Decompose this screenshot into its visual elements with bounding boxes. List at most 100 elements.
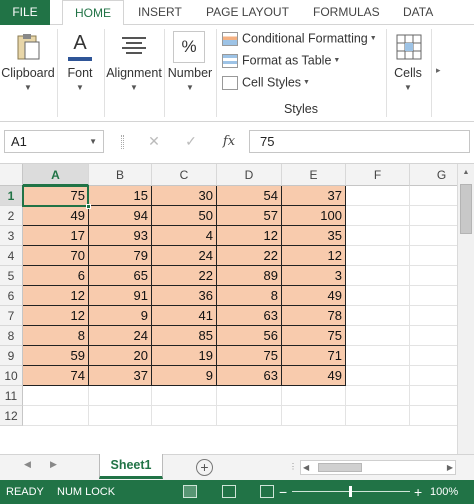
cell-F11[interactable] <box>346 386 410 406</box>
cell-A4[interactable]: 70 <box>23 246 89 266</box>
cell-A1[interactable]: 75 <box>23 186 89 206</box>
cell-A11[interactable] <box>23 386 89 406</box>
cell-F12[interactable] <box>346 406 410 426</box>
row-header[interactable]: 6 <box>0 286 23 306</box>
horizontal-scrollbar[interactable]: ◀ ▶ <box>300 460 456 475</box>
cell-A8[interactable]: 8 <box>23 326 89 346</box>
cell-C3[interactable]: 4 <box>152 226 217 246</box>
row-header[interactable]: 12 <box>0 406 23 426</box>
cell-B5[interactable]: 65 <box>89 266 152 286</box>
spreadsheet-grid[interactable]: ABCDEFG 1 2 3 4 5 6 7 8 9 10 11 12 75 15 30 54 37 49 94 50… <box>0 164 474 454</box>
cell-E3[interactable]: 35 <box>282 226 346 246</box>
cell-B4[interactable]: 79 <box>89 246 152 266</box>
cell-C8[interactable]: 85 <box>152 326 217 346</box>
cell-F3[interactable] <box>346 226 410 246</box>
column-header[interactable]: D <box>217 164 282 186</box>
cell-B2[interactable]: 94 <box>89 206 152 226</box>
cell-A12[interactable] <box>23 406 89 426</box>
tab-page-layout[interactable]: PAGE LAYOUT <box>206 0 289 25</box>
cell-D12[interactable] <box>217 406 282 426</box>
tab-data[interactable]: DATA <box>403 0 433 25</box>
column-header[interactable]: B <box>89 164 152 186</box>
cell-styles-button[interactable]: Cell Styles ▼ <box>222 75 310 95</box>
clipboard-group[interactable]: Clipboard ▼ <box>0 25 56 121</box>
cell-A5[interactable]: 6 <box>23 266 89 286</box>
chevron-down-icon[interactable]: ▼ <box>89 131 97 152</box>
cell-D4[interactable]: 22 <box>217 246 282 266</box>
tab-home[interactable]: HOME <box>62 0 124 26</box>
number-group[interactable]: % Number ▼ <box>165 25 215 121</box>
cell-D5[interactable]: 89 <box>217 266 282 286</box>
formula-bar-grip[interactable] <box>121 135 124 149</box>
cells-group[interactable]: Cells ▼ <box>387 25 429 121</box>
cell-B7[interactable]: 9 <box>89 306 152 326</box>
sheet-prev-icon[interactable]: ◀ <box>24 459 31 470</box>
sheet-next-icon[interactable]: ▶ <box>50 459 57 470</box>
cell-F10[interactable] <box>346 366 410 386</box>
cell-F4[interactable] <box>346 246 410 266</box>
row-header[interactable]: 11 <box>0 386 23 406</box>
page-layout-view-icon[interactable] <box>222 485 236 498</box>
cell-C11[interactable] <box>152 386 217 406</box>
zoom-out-button[interactable]: − <box>279 480 287 504</box>
cell-B12[interactable] <box>89 406 152 426</box>
cell-E5[interactable]: 3 <box>282 266 346 286</box>
cell-F7[interactable] <box>346 306 410 326</box>
column-header[interactable]: A <box>23 164 89 186</box>
tab-formulas[interactable]: FORMULAS <box>313 0 380 25</box>
page-break-view-icon[interactable] <box>260 485 274 498</box>
row-header[interactable]: 5 <box>0 266 23 286</box>
row-header[interactable]: 9 <box>0 346 23 366</box>
cell-B11[interactable] <box>89 386 152 406</box>
cell-D10[interactable]: 63 <box>217 366 282 386</box>
cell-C12[interactable] <box>152 406 217 426</box>
cancel-icon[interactable]: ✕ <box>143 130 165 153</box>
cell-F1[interactable] <box>346 186 410 206</box>
cell-A7[interactable]: 12 <box>23 306 89 326</box>
format-as-table-button[interactable]: Format as Table ▼ <box>222 53 340 73</box>
row-header[interactable]: 8 <box>0 326 23 346</box>
cell-C4[interactable]: 24 <box>152 246 217 266</box>
column-header[interactable]: C <box>152 164 217 186</box>
cell-E4[interactable]: 12 <box>282 246 346 266</box>
cell-B6[interactable]: 91 <box>89 286 152 306</box>
font-group[interactable]: A Font ▼ <box>58 25 103 121</box>
cell-C7[interactable]: 41 <box>152 306 217 326</box>
insert-function-button[interactable]: fx <box>218 130 240 153</box>
column-header[interactable]: F <box>346 164 410 186</box>
cell-F5[interactable] <box>346 266 410 286</box>
row-header[interactable]: 10 <box>0 366 23 386</box>
cell-F8[interactable] <box>346 326 410 346</box>
scroll-left-icon[interactable]: ◀ <box>303 461 309 474</box>
fill-handle[interactable] <box>86 204 91 209</box>
vertical-scrollbar[interactable]: ▲ <box>457 164 474 454</box>
zoom-level[interactable]: 100% <box>430 480 458 504</box>
tab-split-handle[interactable]: ⋮ <box>289 462 297 471</box>
cell-D6[interactable]: 8 <box>217 286 282 306</box>
cell-C9[interactable]: 19 <box>152 346 217 366</box>
cell-E6[interactable]: 49 <box>282 286 346 306</box>
cell-A2[interactable]: 49 <box>23 206 89 226</box>
cell-A10[interactable]: 74 <box>23 366 89 386</box>
cell-F6[interactable] <box>346 286 410 306</box>
horizontal-scroll-thumb[interactable] <box>318 463 362 472</box>
zoom-slider-thumb[interactable] <box>349 486 352 497</box>
cell-C6[interactable]: 36 <box>152 286 217 306</box>
name-box[interactable]: A1 ▼ <box>4 130 104 153</box>
cell-D2[interactable]: 57 <box>217 206 282 226</box>
cell-B8[interactable]: 24 <box>89 326 152 346</box>
cell-F9[interactable] <box>346 346 410 366</box>
formula-input[interactable]: 75 <box>249 130 470 153</box>
cell-E7[interactable]: 78 <box>282 306 346 326</box>
cell-C5[interactable]: 22 <box>152 266 217 286</box>
cell-D1[interactable]: 54 <box>217 186 282 206</box>
sheet-tab-sheet1[interactable]: Sheet1 <box>99 454 163 479</box>
conditional-formatting-button[interactable]: Conditional Formatting ▼ <box>222 31 377 51</box>
cell-C2[interactable]: 50 <box>152 206 217 226</box>
cell-C10[interactable]: 9 <box>152 366 217 386</box>
row-header[interactable]: 3 <box>0 226 23 246</box>
add-sheet-button[interactable]: + <box>196 459 213 476</box>
row-header[interactable]: 4 <box>0 246 23 266</box>
cell-F2[interactable] <box>346 206 410 226</box>
cell-D9[interactable]: 75 <box>217 346 282 366</box>
